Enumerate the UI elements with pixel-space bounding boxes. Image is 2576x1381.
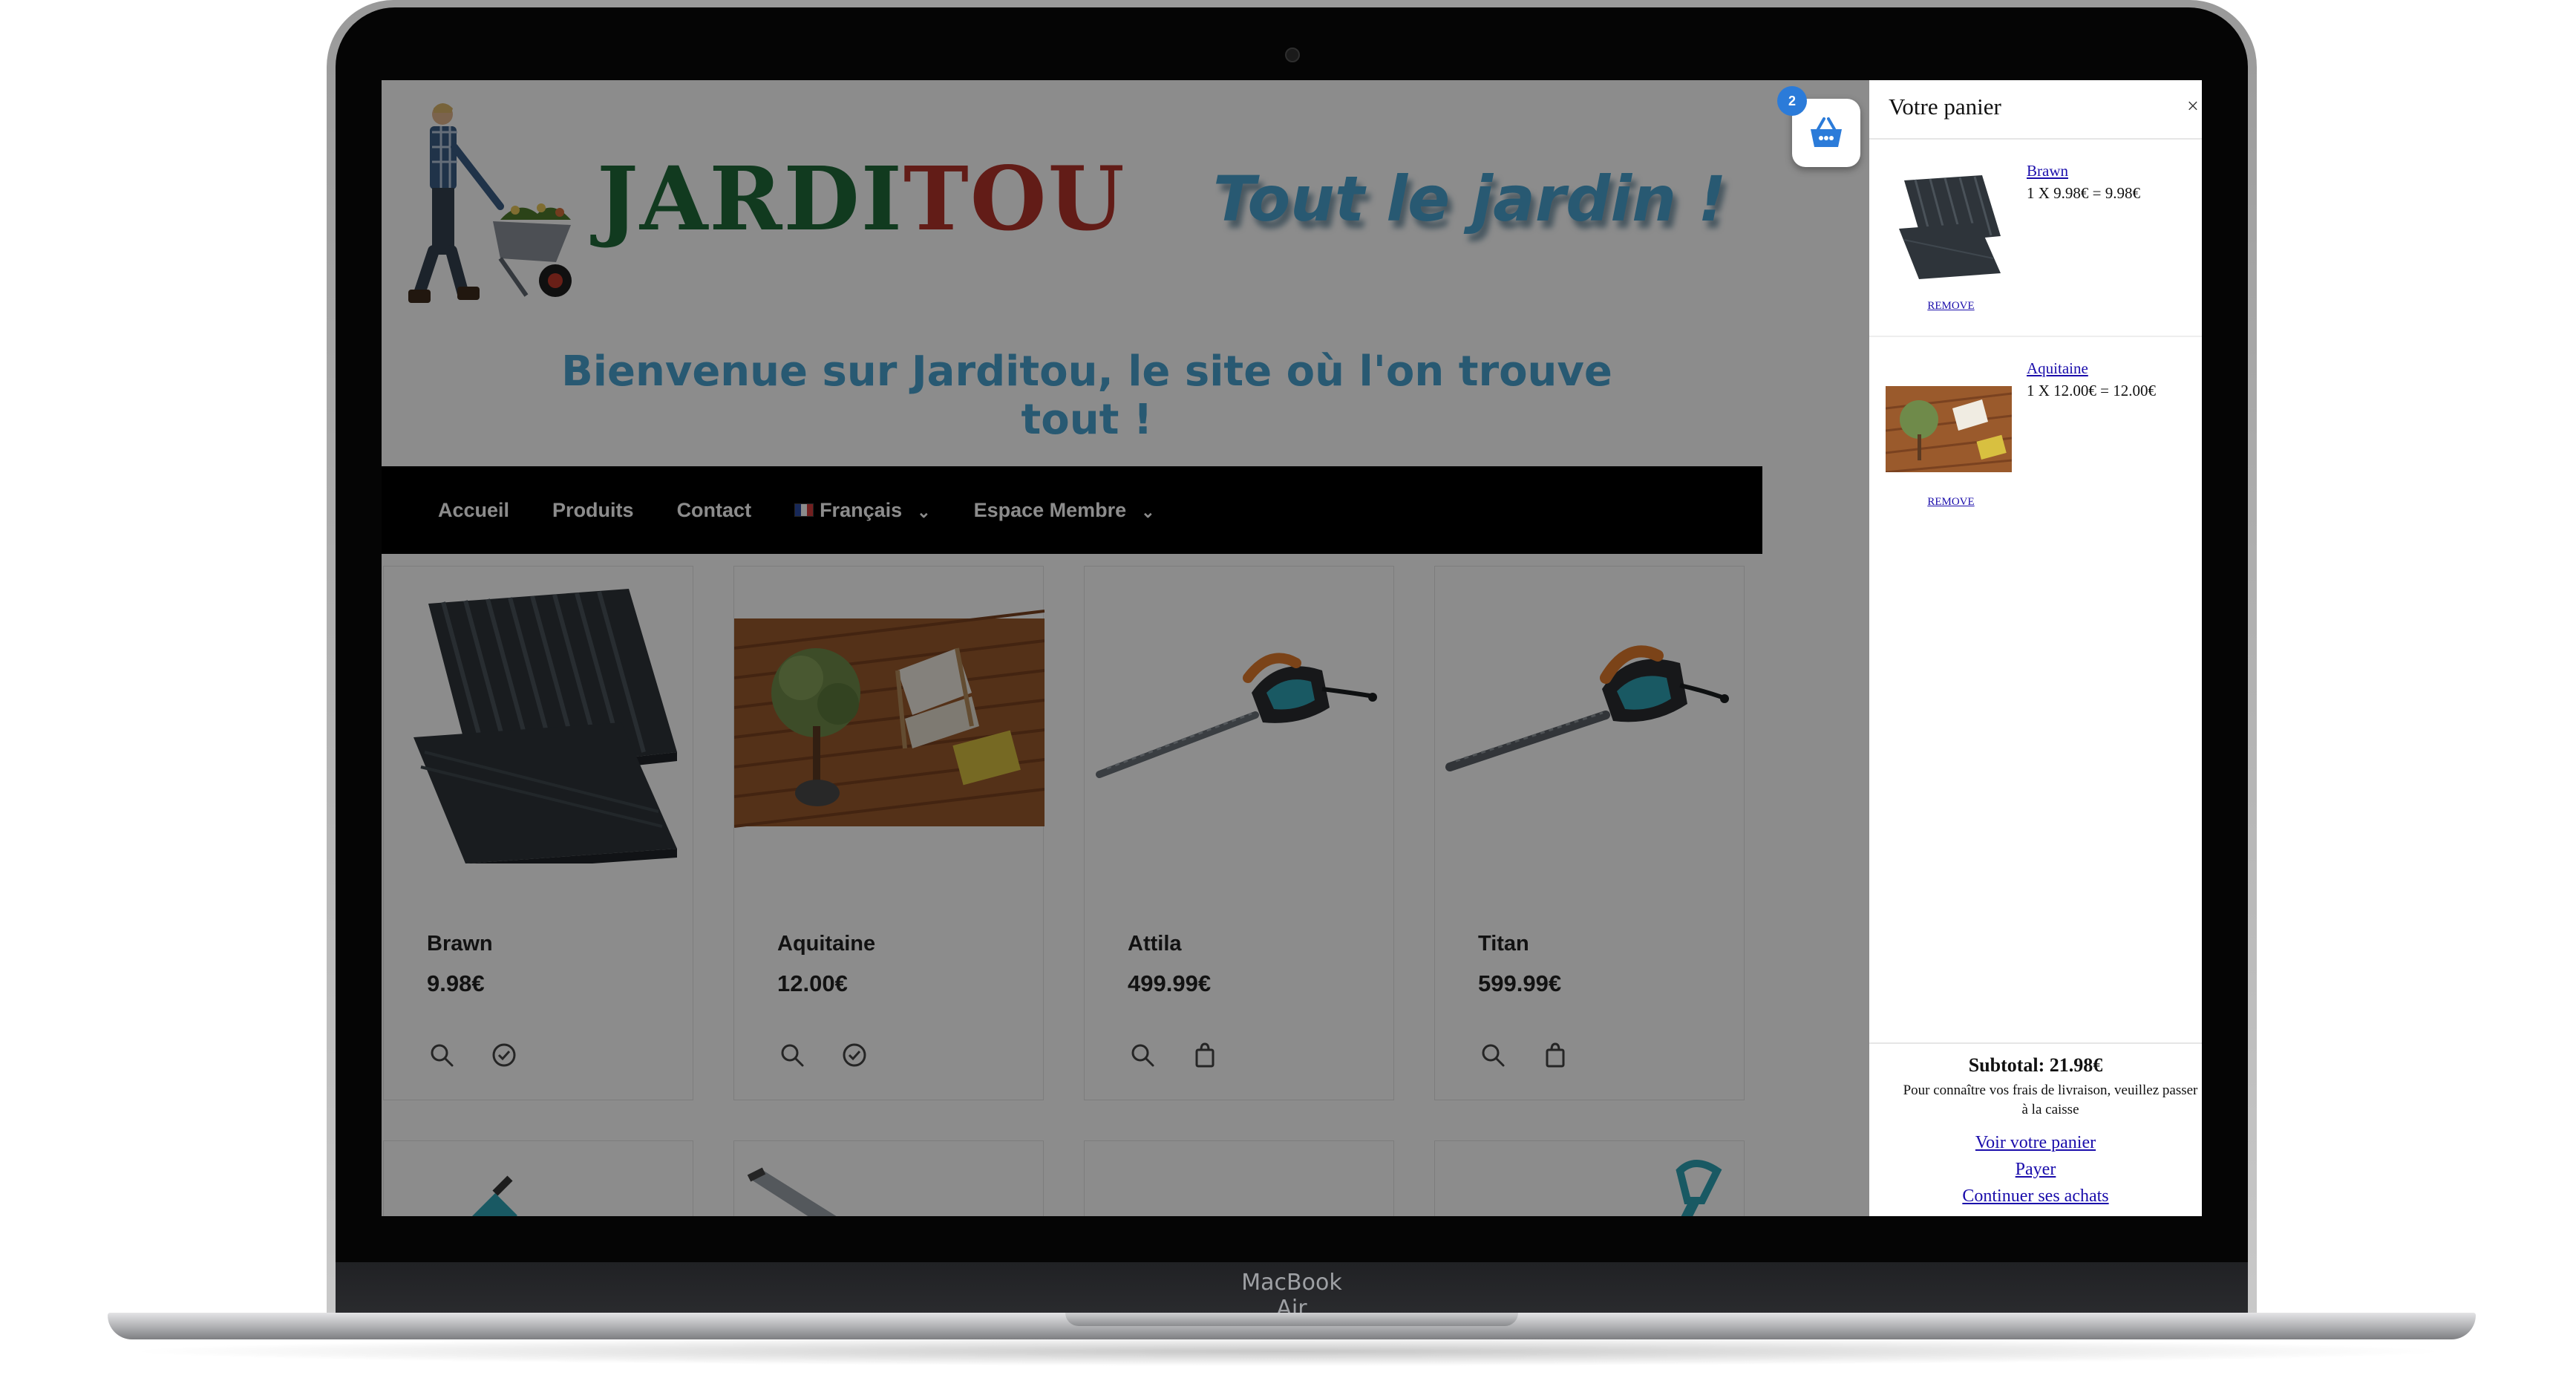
remove-item-link[interactable]: REMOVE bbox=[1914, 496, 1988, 509]
cart-item-detail: 1 X 9.98€ = 9.98€ bbox=[2027, 184, 2141, 202]
cart-subtotal: Subtotal: 21.98€ bbox=[1968, 1054, 2103, 1076]
cart-item-image-aquitaine bbox=[1886, 386, 2012, 472]
divider bbox=[1869, 138, 2202, 140]
basket-icon bbox=[1811, 117, 1842, 147]
close-icon[interactable]: × bbox=[2187, 95, 2199, 119]
divider bbox=[1869, 336, 2202, 337]
laptop-screen: JARDITOU Tout le jardin ! Bienvenue sur … bbox=[382, 80, 2202, 1216]
continue-shopping-link[interactable]: Continuer ses achats bbox=[1869, 1186, 2202, 1207]
view-cart-link[interactable]: Voir votre panier bbox=[1869, 1133, 2202, 1153]
cart-item-name[interactable]: Brawn bbox=[2027, 162, 2068, 180]
cart-count-badge: 2 bbox=[1777, 86, 1807, 116]
divider bbox=[1869, 1042, 2202, 1044]
remove-item-link[interactable]: REMOVE bbox=[1914, 300, 1988, 313]
cart-item-name[interactable]: Aquitaine bbox=[2027, 359, 2088, 378]
camera-icon bbox=[1285, 48, 1300, 62]
cart-title: Votre panier bbox=[1889, 94, 2001, 120]
cart-item-detail: 1 X 12.00€ = 12.00€ bbox=[2027, 382, 2157, 399]
modal-overlay[interactable] bbox=[382, 80, 1869, 1216]
shipping-note: Pour connaître vos frais de livraison, v… bbox=[1903, 1083, 2198, 1117]
checkout-link[interactable]: Payer bbox=[1869, 1160, 2202, 1180]
laptop-shadow bbox=[119, 1336, 2457, 1366]
cart-item-image-brawn bbox=[1899, 175, 2001, 279]
cart-panel: Votre panier × Brawn 1 X 9.98€ = 9.98€ R… bbox=[1869, 80, 2202, 1216]
laptop-base-notch bbox=[1065, 1313, 1518, 1326]
